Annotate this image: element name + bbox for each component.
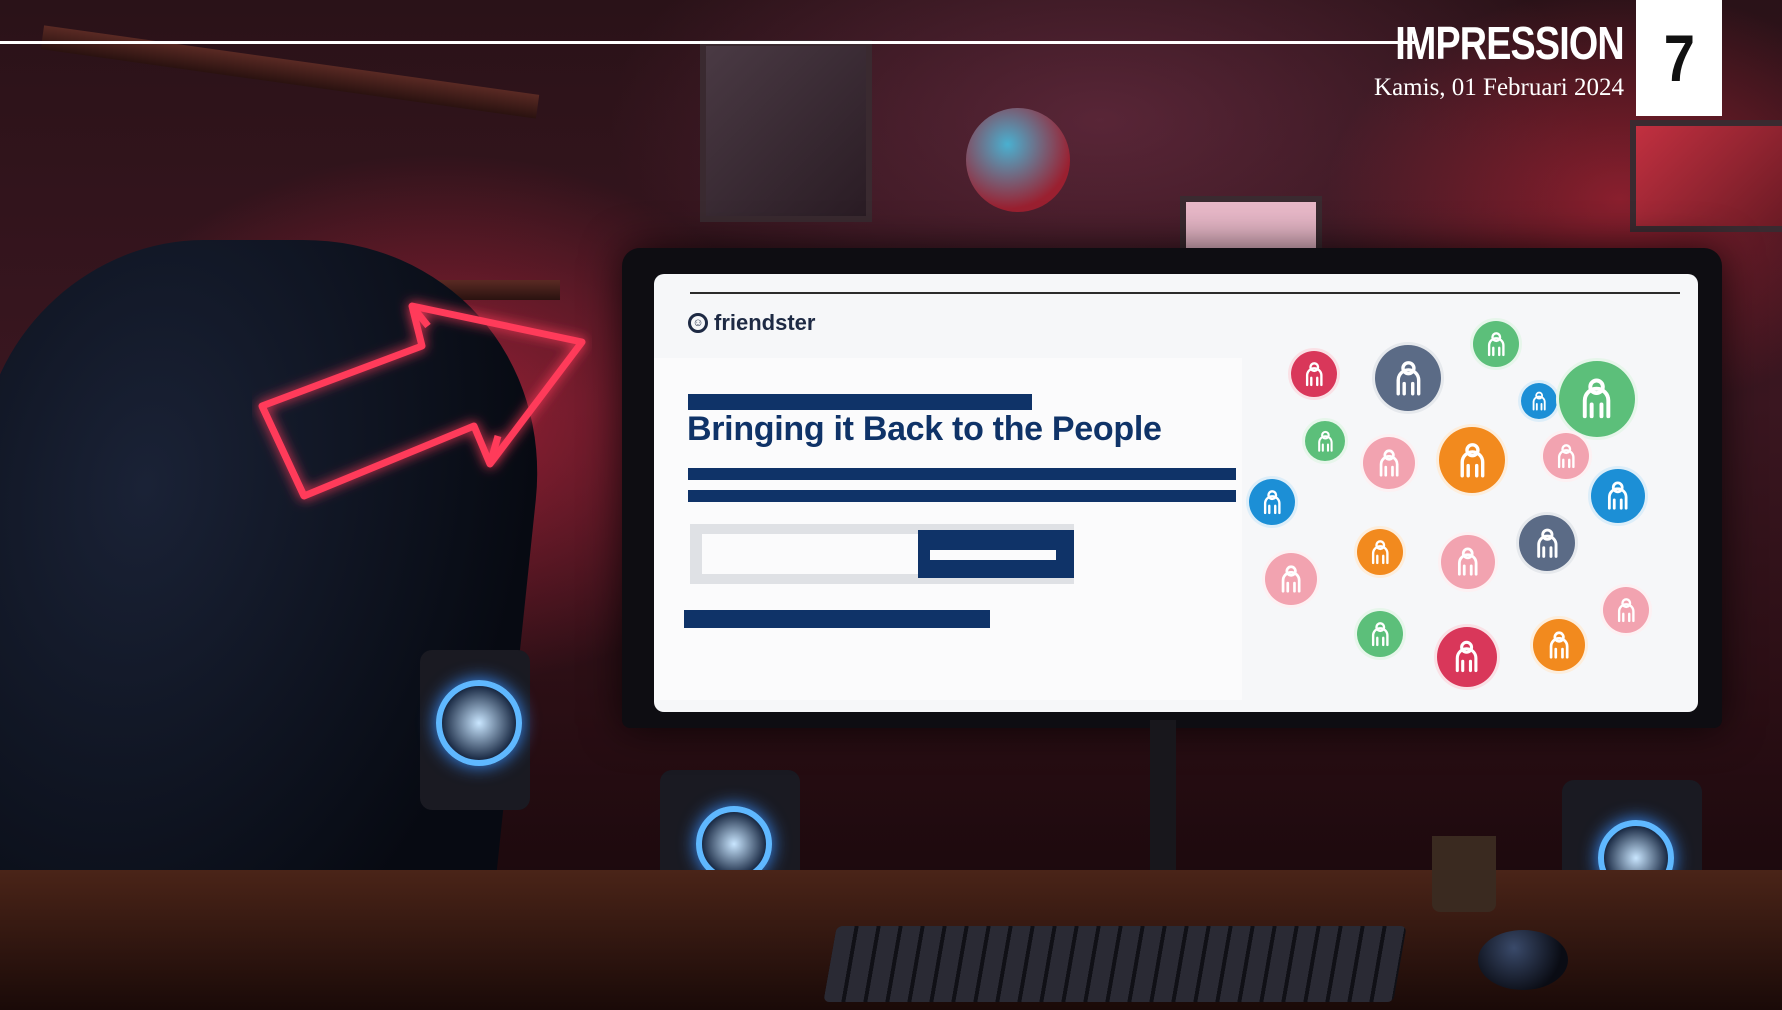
user-avatar-icon: [1438, 532, 1498, 592]
user-avatar-icon: [1516, 512, 1578, 574]
user-avatar-icon: [1434, 624, 1500, 690]
smiley-icon: ☺: [688, 313, 708, 333]
user-avatar-icon: [1288, 348, 1340, 400]
masthead-rule: [0, 41, 1418, 44]
user-avatar-icon: [1360, 434, 1418, 492]
user-avatar-icon: [1262, 550, 1320, 608]
user-avatar-icon: [1540, 430, 1592, 482]
page-number-box: 7: [1636, 0, 1722, 116]
speaker-left: [420, 650, 530, 810]
section-title: IMPRESSION: [1395, 17, 1624, 69]
user-avatar-icon: [1436, 424, 1508, 496]
user-avatar-icon: [1530, 616, 1588, 674]
speaker-cone: [436, 680, 522, 766]
user-avatar-icon: [1354, 608, 1406, 660]
background-photo: ☺ friendster Bringing it Back to the Peo…: [0, 0, 1782, 1010]
pen-cup: [1432, 836, 1496, 912]
screen-divider: [690, 292, 1680, 294]
user-avatar-icon: [1470, 318, 1522, 370]
friendster-logo: ☺ friendster: [688, 310, 815, 336]
user-avatar-icon: [1246, 476, 1298, 528]
masthead: IMPRESSION Kamis, 01 Februari 2024: [1345, 17, 1625, 102]
page-number: 7: [1663, 21, 1695, 95]
user-avatar-icon: [1354, 526, 1406, 578]
placeholder-line: [684, 610, 990, 628]
signup-form: [690, 524, 1074, 584]
wall-picture: [700, 40, 872, 222]
monitor-stand: [1150, 720, 1176, 870]
placeholder-line: [688, 468, 1236, 480]
logo-text: friendster: [714, 310, 816, 335]
keyboard: [823, 926, 1407, 1002]
computer-mouse: [1478, 930, 1568, 990]
hero-card: Bringing it Back to the People: [654, 358, 1242, 700]
issue-date: Kamis, 01 Februari 2024: [1374, 74, 1624, 101]
user-avatar-icon: [1588, 466, 1648, 526]
neon-arrow-icon: [258, 302, 586, 500]
placeholder-line: [688, 394, 1032, 410]
user-avatar-icon: [1372, 342, 1444, 414]
user-avatar-icon: [1302, 418, 1348, 464]
user-avatar-icon: [1518, 380, 1560, 422]
decorative-globe: [966, 108, 1070, 212]
placeholder-line: [688, 490, 1236, 502]
signup-input[interactable]: [702, 534, 918, 574]
avatar-cluster: [1242, 304, 1698, 704]
user-avatar-icon: [1600, 584, 1652, 636]
monitor-screen: ☺ friendster Bringing it Back to the Peo…: [654, 274, 1698, 712]
signup-button[interactable]: [918, 530, 1074, 578]
button-label-placeholder: [930, 550, 1056, 560]
wall-picture: [1630, 120, 1782, 232]
hero-headline: Bringing it Back to the People: [687, 410, 1162, 448]
user-avatar-icon: [1556, 358, 1638, 440]
wall-shelf: [40, 25, 540, 119]
